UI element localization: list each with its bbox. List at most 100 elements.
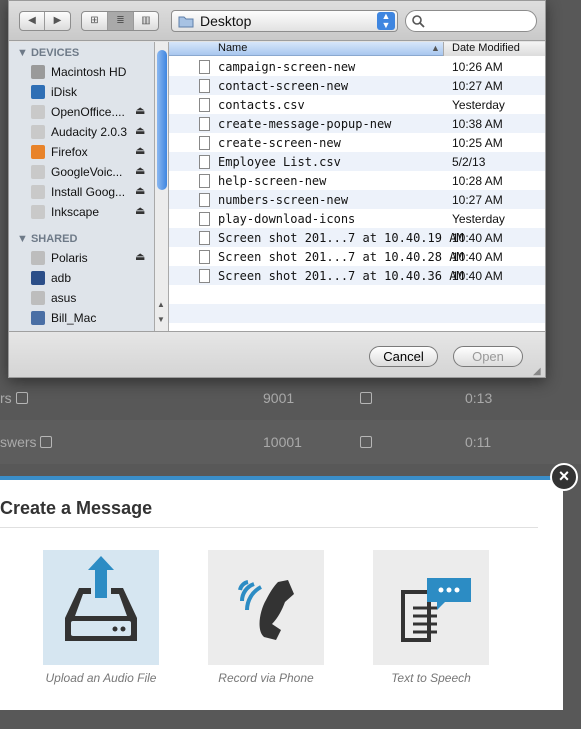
eject-icon[interactable]: ⏏ <box>135 250 145 263</box>
scroll-down-icon[interactable]: ▼ <box>157 315 165 324</box>
file-row[interactable]: help-screen-new 10:28 AM <box>169 171 545 190</box>
document-icon <box>199 117 210 131</box>
eject-icon[interactable]: ⏏ <box>135 124 145 137</box>
network-computer-icon <box>31 311 45 325</box>
file-row[interactable]: create-screen-new 10:25 AM <box>169 133 545 152</box>
sort-ascending-icon: ▲ <box>431 43 440 53</box>
file-rows: campaign-screen-new 10:26 AM contact-scree… <box>169 57 545 331</box>
file-name: contact-screen-new <box>218 79 349 93</box>
eject-icon[interactable]: ⏏ <box>135 204 145 217</box>
sidebar-item-label: iDisk <box>51 85 77 99</box>
document-icon <box>199 79 210 93</box>
eject-icon[interactable]: ⏏ <box>135 104 145 117</box>
empty-row <box>169 304 545 323</box>
resize-handle[interactable]: ◢ <box>533 366 541 377</box>
file-row[interactable]: Screen shot 201...7 at 10.40.19 AM 10:40 … <box>169 228 545 247</box>
text-to-speech-option[interactable] <box>373 550 489 665</box>
file-row[interactable]: Screen shot 201...7 at 10.40.28 AM 10:40 … <box>169 247 545 266</box>
file-name: create-message-popup-new <box>218 117 392 131</box>
column-name-header[interactable]: Name <box>218 42 247 54</box>
drive-icon <box>31 145 45 159</box>
sidebar-item-label: Macintosh HD <box>51 65 127 79</box>
dialog-toolbar: ◀ ▶ ⊞ ≣ ▥ Desktop ▲ ▼ <box>9 1 545 41</box>
sidebar-item[interactable]: Install Goog... ⏏ <box>31 182 151 202</box>
location-popup[interactable]: Desktop ▲ ▼ <box>171 10 398 32</box>
file-row[interactable]: play-download-icons Yesterday <box>169 209 545 228</box>
sidebar-item[interactable]: adb <box>31 268 151 288</box>
scroll-up-icon[interactable]: ▲ <box>157 300 165 309</box>
network-computer-icon <box>31 291 45 305</box>
file-list-header: Name ▲ Date Modified <box>169 42 545 56</box>
list-view-icon[interactable]: ≣ <box>108 12 134 30</box>
forward-icon[interactable]: ▶ <box>45 12 70 30</box>
document-icon <box>199 212 210 226</box>
back-icon[interactable]: ◀ <box>20 12 45 30</box>
file-date: Yesterday <box>452 212 505 226</box>
cancel-button[interactable]: Cancel <box>369 346 438 367</box>
folder-icon <box>178 16 194 28</box>
upload-audio-label[interactable]: Upload an Audio File <box>21 671 181 685</box>
file-name: Employee List.csv <box>218 155 341 169</box>
upload-audio-option[interactable] <box>43 550 159 665</box>
file-list: Name ▲ Date Modified campaign-screen-new… <box>169 42 545 331</box>
modal-title: Create a Message <box>0 498 153 518</box>
file-row[interactable]: contact-screen-new 10:27 AM <box>169 76 545 95</box>
location-label: Desktop <box>200 13 252 29</box>
sidebar-item[interactable]: OpenOffice.... ⏏ <box>31 102 151 122</box>
search-input[interactable] <box>405 10 537 32</box>
document-icon <box>199 136 210 150</box>
sidebar-item[interactable]: asus <box>31 288 151 308</box>
file-row[interactable]: Employee List.csv 5/2/13 <box>169 152 545 171</box>
document-icon <box>199 155 210 169</box>
sidebar-item[interactable]: Bill_Mac <box>31 308 151 328</box>
open-button[interactable]: Open <box>453 346 523 367</box>
sidebar-item-label: Polaris <box>51 251 88 265</box>
sidebar-item[interactable]: Firefox ⏏ <box>31 142 151 162</box>
sidebar-item[interactable]: Audacity 2.0.3 ⏏ <box>31 122 151 142</box>
sidebar-scrollbar[interactable]: ▲ ▼ <box>155 42 169 331</box>
file-row[interactable]: numbers-screen-new 10:27 AM <box>169 190 545 209</box>
file-name: play-download-icons <box>218 212 356 226</box>
file-row[interactable]: campaign-screen-new 10:26 AM <box>169 57 545 76</box>
drive-icon <box>31 85 45 99</box>
file-date: 10:26 AM <box>452 60 503 74</box>
sidebar-item[interactable]: iDisk <box>31 82 151 102</box>
sidebar-item[interactable]: GoogleVoic... ⏏ <box>31 162 151 182</box>
file-date: 10:28 AM <box>452 174 503 188</box>
file-date: 10:40 AM <box>452 269 503 283</box>
network-computer-icon <box>31 271 45 285</box>
drive-icon <box>31 165 45 179</box>
icon-view-icon[interactable]: ⊞ <box>82 12 108 30</box>
text-to-speech-label[interactable]: Text to Speech <box>351 671 511 685</box>
empty-row <box>169 285 545 304</box>
sidebar-item-label: GoogleVoic... <box>51 165 123 179</box>
column-date-header[interactable]: Date Modified <box>443 42 545 56</box>
eject-icon[interactable]: ⏏ <box>135 184 145 197</box>
sidebar-item[interactable]: Polaris ⏏ <box>31 248 151 268</box>
sidebar-item[interactable]: Inkscape ⏏ <box>31 202 151 222</box>
file-row[interactable]: create-message-popup-new 10:38 AM <box>169 114 545 133</box>
eject-icon[interactable]: ⏏ <box>135 164 145 177</box>
scrollbar-thumb[interactable] <box>157 50 167 190</box>
file-date: 10:40 AM <box>452 250 503 264</box>
column-view-icon[interactable]: ▥ <box>134 12 158 30</box>
sidebar-item-label: Firefox <box>51 145 88 159</box>
sidebar-item[interactable]: Macintosh HD <box>31 62 151 82</box>
file-name: create-screen-new <box>218 136 341 150</box>
record-phone-label[interactable]: Record via Phone <box>186 671 346 685</box>
text-to-speech-icon <box>401 578 471 642</box>
file-row[interactable]: Screen shot 201...7 at 10.40.36 AM 10:40 … <box>169 266 545 285</box>
eject-icon[interactable]: ⏏ <box>135 144 145 157</box>
file-name: numbers-screen-new <box>218 193 349 207</box>
file-open-dialog: ◀ ▶ ⊞ ≣ ▥ Desktop ▲ ▼ ▼ DEVICES Macintosh… <box>8 0 546 378</box>
record-phone-option[interactable] <box>208 550 324 665</box>
file-date: 10:40 AM <box>452 231 503 245</box>
devices-header: ▼ DEVICES <box>17 47 80 59</box>
file-date: 10:25 AM <box>452 136 503 150</box>
file-row[interactable]: contacts.csv Yesterday <box>169 95 545 114</box>
close-icon[interactable]: × <box>550 463 578 491</box>
file-name: help-screen-new <box>218 174 327 188</box>
sidebar-item-label: asus <box>51 291 77 305</box>
drive-icon <box>31 65 45 79</box>
view-mode-control: ⊞ ≣ ▥ <box>81 11 159 31</box>
